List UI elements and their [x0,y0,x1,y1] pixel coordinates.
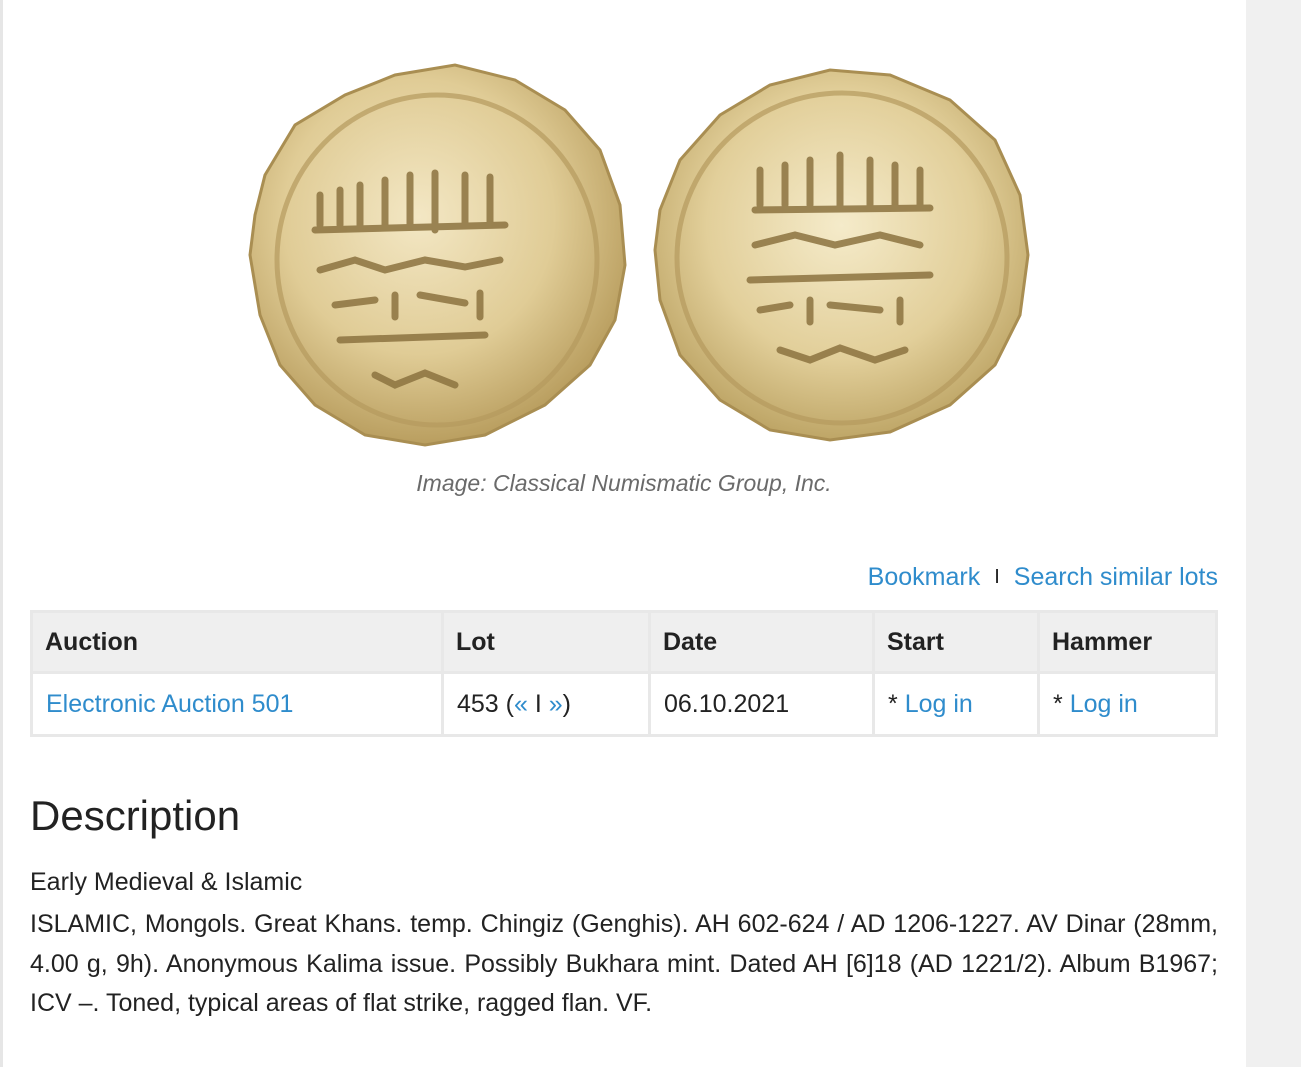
coin-image[interactable] [225,55,1055,455]
header-start: Start [872,610,1040,674]
previous-lot-link[interactable]: « [514,690,528,718]
description-heading: Description [30,792,241,839]
header-date: Date [648,610,875,674]
cell-auction: Electronic Auction 501 [30,671,444,737]
description-category: Early Medieval & Islamic [30,868,303,896]
lot-nav-open: ( [505,689,514,718]
actions-separator: I [994,566,1000,588]
auction-link[interactable]: Electronic Auction 501 [46,690,293,718]
right-gutter [1246,0,1301,1067]
description-text: ISLAMIC, Mongols. Great Khans. temp. Chi… [30,910,1218,1017]
lot-number: 453 [457,689,499,718]
table-header-row: Auction Lot Date Start Hammer [30,610,1218,674]
bookmark-link[interactable]: Bookmark [868,563,981,592]
cell-hammer: * Log in [1037,671,1218,737]
image-credit: Image: Classical Numismatic Group, Inc. [416,470,832,496]
cell-lot: 453 (« I ») [441,671,651,737]
hammer-asterisk: * [1053,689,1063,718]
coin-obverse-icon [248,63,627,447]
table-row: Electronic Auction 501 453 (« I ») 06.10… [30,671,1218,737]
cell-start: * Log in [872,671,1040,737]
lot-nav-close: ) [562,689,571,718]
hammer-login-link[interactable]: Log in [1070,690,1138,718]
auction-table: Auction Lot Date Start Hammer Electronic… [30,610,1218,737]
lot-nav-separator: I [534,689,542,718]
header-hammer: Hammer [1037,610,1218,674]
lot-actions: Bookmark I Search similar lots [868,563,1218,592]
coin-reverse-icon [653,68,1030,442]
search-similar-lots-link[interactable]: Search similar lots [1014,563,1218,592]
header-lot: Lot [441,610,651,674]
start-asterisk: * [888,689,898,718]
header-auction: Auction [30,610,444,674]
page-left-edge [0,0,3,1067]
cell-date: 06.10.2021 [648,671,875,737]
next-lot-link[interactable]: » [549,690,563,718]
start-login-link[interactable]: Log in [905,690,973,718]
